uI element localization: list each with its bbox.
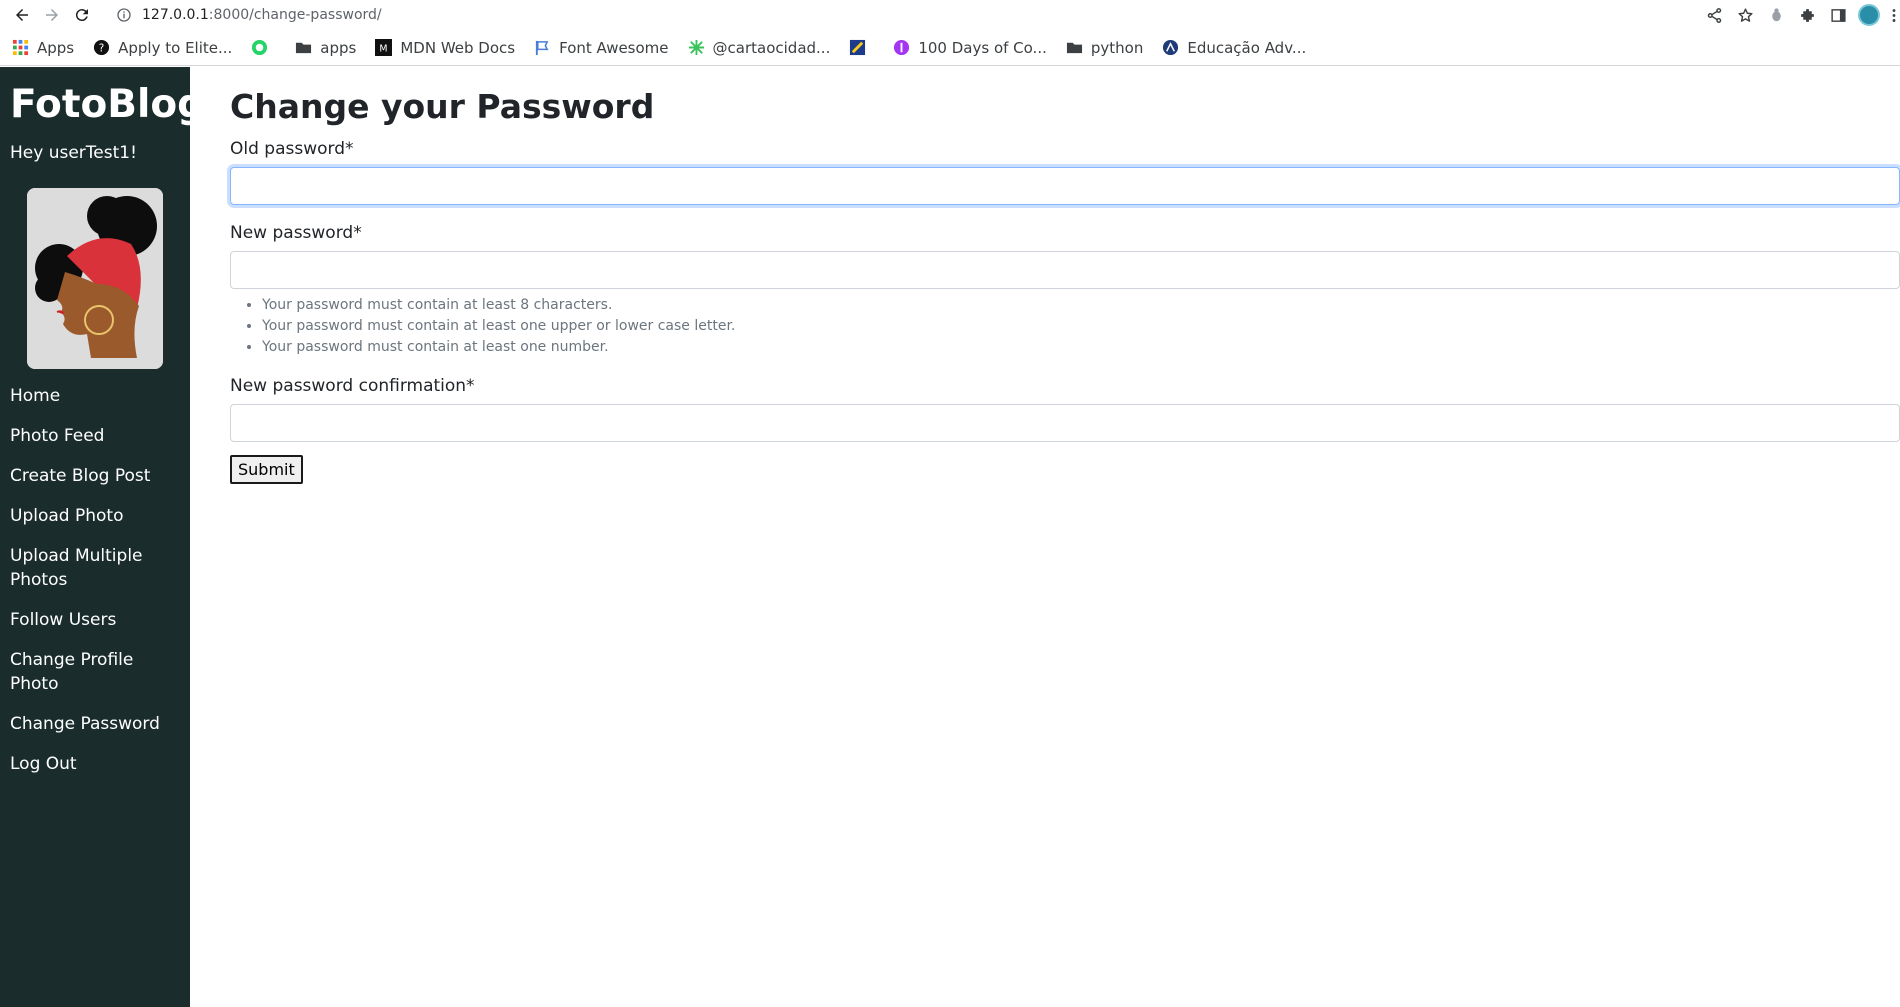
password-help-item: Your password must contain at least one …: [262, 316, 1900, 337]
main-content: Change your Password Old password* New p…: [230, 67, 1900, 484]
star-icon: [1737, 7, 1753, 22]
old-password-field[interactable]: [230, 167, 1900, 205]
bookmark-label: Educação Adv...: [1187, 38, 1307, 57]
password-help-item: Your password must contain at least one …: [262, 337, 1900, 358]
bookmark-label: Apply to Elite...: [118, 38, 233, 57]
new-password-field[interactable]: [230, 251, 1900, 289]
arrow-right-icon: [46, 9, 58, 21]
sidebar-item-log-out[interactable]: Log Out: [10, 748, 185, 788]
avatar-icon: [1858, 4, 1880, 26]
bookmark-label: 100 Days of Co...: [918, 38, 1047, 57]
page-title: Change your Password: [230, 87, 655, 126]
folder-icon: [295, 39, 312, 56]
extensions-button[interactable]: [1795, 3, 1819, 27]
bookmark-cartaocidad[interactable]: @cartaocidad...: [688, 38, 831, 57]
side-panel-icon: [1830, 8, 1846, 22]
folder-icon: [1066, 39, 1083, 56]
password-help-item: Your password must contain at least 8 ch…: [262, 295, 1900, 316]
bookmark-label: @cartaocidad...: [712, 38, 831, 57]
sidebar-item-upload-photo[interactable]: Upload Photo: [10, 500, 185, 540]
url-host: 127.0.0.1: [142, 7, 209, 23]
confirm-password-field[interactable]: [230, 404, 1900, 442]
kebab-menu-icon: [1892, 8, 1896, 22]
bookmark-label: Apps: [37, 38, 75, 57]
confirm-password-label: New password confirmation*: [230, 376, 475, 396]
submit-button[interactable]: Submit: [230, 455, 303, 484]
bookmark-apps-folder[interactable]: apps: [295, 39, 356, 57]
reload-button[interactable]: [70, 3, 94, 27]
change-password-form: Old password* New password* Your passwor…: [230, 137, 1900, 484]
flag-icon: [534, 39, 551, 56]
sidebar-item-upload-multiple-photos[interactable]: Upload Multiple Photos: [10, 540, 185, 604]
bookmark-star-button[interactable]: [1733, 3, 1757, 27]
profile-illustration: [27, 188, 163, 369]
bug-icon: [1771, 7, 1781, 21]
arrow-left-icon: [16, 9, 28, 21]
bookmarks-bar: Apps ? Apply to Elite... apps M MDN Web …: [0, 30, 1900, 66]
side-panel-button[interactable]: [1826, 3, 1850, 27]
bookmark-python-folder[interactable]: python: [1066, 39, 1143, 57]
sidebar-item-photo-feed[interactable]: Photo Feed: [10, 420, 185, 460]
profile-button[interactable]: [1857, 3, 1881, 27]
bookmark-unlabeled[interactable]: [849, 39, 874, 56]
password-help-list: Your password must contain at least 8 ch…: [230, 295, 1900, 358]
reload-icon: [75, 9, 88, 22]
sidebar-item-home[interactable]: Home: [10, 380, 185, 420]
puzzle-icon: [1800, 8, 1814, 22]
sidebar-item-change-profile-photo[interactable]: Change Profile Photo: [10, 644, 185, 708]
bookmark-mdn[interactable]: M MDN Web Docs: [375, 39, 515, 57]
info-icon: [117, 8, 131, 22]
bookmark-label: python: [1090, 38, 1144, 57]
old-password-label: Old password*: [230, 139, 354, 159]
site-icon: [849, 39, 866, 56]
sidebar-item-create-blog-post[interactable]: Create Blog Post: [10, 460, 185, 500]
sidebar-item-change-password[interactable]: Change Password: [10, 708, 185, 748]
share-icon: [1707, 7, 1721, 23]
profile-photo: [27, 188, 163, 369]
site-icon: ?: [93, 39, 110, 56]
bookmark-apps[interactable]: Apps: [12, 39, 74, 57]
new-password-label: New password*: [230, 223, 362, 243]
whatsapp-icon: [251, 39, 268, 56]
apps-grid-icon: [12, 39, 29, 56]
bookmark-label: MDN Web Docs: [400, 38, 516, 57]
url-path: :8000/change-password/: [208, 7, 382, 23]
address-field[interactable]: 127.0.0.1:8000/change-password/: [116, 7, 382, 23]
svg-text:?: ?: [99, 42, 105, 54]
sidebar-menu: Home Photo Feed Create Blog Post Upload …: [10, 380, 185, 788]
bookmark-100-days[interactable]: 100 Days of Co...: [893, 39, 1047, 57]
bookmark-label: apps: [320, 38, 357, 57]
site-icon: [893, 39, 910, 56]
menu-button[interactable]: [1888, 3, 1900, 27]
sidebar-item-follow-users[interactable]: Follow Users: [10, 604, 185, 644]
share-button[interactable]: [1702, 3, 1726, 27]
mdn-icon: M: [375, 39, 393, 56]
bookmark-whatsapp[interactable]: [251, 39, 276, 56]
browser-toolbar: 127.0.0.1:8000/change-password/: [0, 0, 1900, 30]
extension-button[interactable]: [1764, 3, 1788, 27]
site-icon: [1162, 39, 1179, 56]
svg-text:M: M: [380, 43, 388, 54]
brand-title[interactable]: FotoBlog: [10, 83, 205, 127]
forward-button[interactable]: [40, 3, 64, 27]
bookmark-apply-elite[interactable]: ? Apply to Elite...: [93, 39, 232, 57]
bookmark-educacao[interactable]: Educação Adv...: [1162, 39, 1306, 57]
bookmark-label: Font Awesome: [559, 38, 669, 57]
sidebar: FotoBlog Hey userTest1! Home Photo Feed …: [0, 67, 205, 1007]
bookmark-font-awesome[interactable]: Font Awesome: [534, 38, 669, 57]
asterisk-icon: [688, 39, 705, 56]
user-greeting: Hey userTest1!: [10, 143, 137, 163]
back-button[interactable]: [10, 3, 34, 27]
